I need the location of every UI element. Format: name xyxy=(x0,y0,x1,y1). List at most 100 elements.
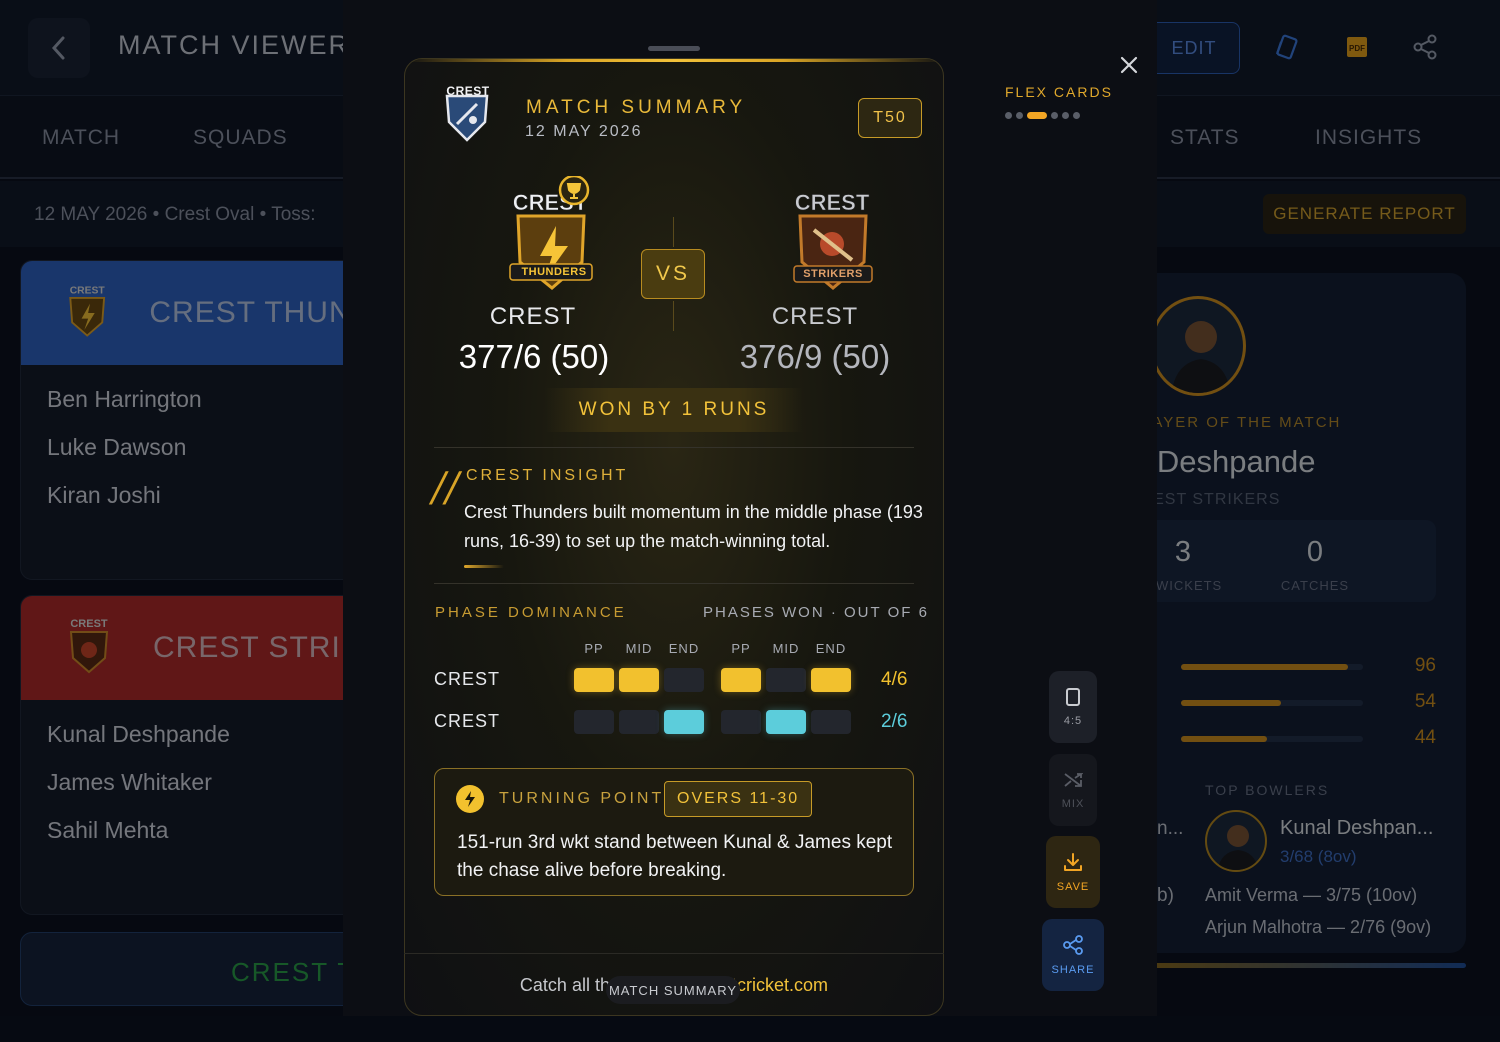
lightning-icon xyxy=(456,785,484,813)
stat-label: WICKETS xyxy=(1156,578,1223,593)
aspect-ratio-button[interactable]: 4:5 xyxy=(1049,671,1097,743)
phase-cell-won xyxy=(766,710,806,734)
share-icon[interactable] xyxy=(1408,30,1442,64)
card-pager[interactable] xyxy=(1005,112,1080,119)
pager-dot[interactable] xyxy=(1051,112,1058,119)
bowler-line: Amit Verma — 3/75 (10ov) xyxy=(1205,885,1418,905)
edit-button[interactable]: EDIT xyxy=(1148,22,1240,74)
phase-header: END xyxy=(815,641,847,656)
phase-cell-won xyxy=(619,668,659,692)
brand-text: CREST xyxy=(446,84,490,98)
phase-cell-lost xyxy=(619,710,659,734)
stat-bar-fill xyxy=(1181,736,1267,742)
pager-dot-active[interactable] xyxy=(1027,112,1047,119)
phase-row-label: CREST xyxy=(434,669,501,689)
svg-text:CREST: CREST xyxy=(795,190,870,215)
potm-team: CREST STRIKERS xyxy=(1150,491,1281,508)
avatar xyxy=(1150,296,1246,396)
vs-badge: VS xyxy=(641,249,705,299)
team2-score: 376/9 (50) xyxy=(739,338,891,375)
ratio-label: 4:5 xyxy=(1063,715,1083,727)
stat-bar-value: 54 xyxy=(1414,691,1436,712)
svg-text:CREST: CREST xyxy=(70,285,106,296)
badge-name: STRIKERS xyxy=(803,268,863,280)
divider xyxy=(434,447,914,448)
phase-cell-lost xyxy=(766,668,806,692)
pager-dot[interactable] xyxy=(1062,112,1069,119)
card-name-pill: MATCH SUMMARY xyxy=(606,976,740,1004)
phase-header: END xyxy=(668,641,700,656)
stat-bar-track xyxy=(1181,700,1363,706)
share-button[interactable]: SHARE xyxy=(1042,919,1104,991)
phase-header: MID xyxy=(625,641,653,656)
bowler-fragment: b) xyxy=(1157,885,1174,906)
back-button[interactable] xyxy=(28,18,90,78)
phase-header: PP xyxy=(731,641,751,656)
app-title: MATCH VIEWER xyxy=(118,30,350,60)
stat-bar-track xyxy=(1181,664,1363,670)
strikers-logo-icon: CREST xyxy=(69,618,109,674)
top-bowler-figures: 3/68 (8ov) xyxy=(1280,847,1357,866)
close-icon[interactable] xyxy=(1116,52,1142,78)
phase-cell-won xyxy=(811,668,851,692)
save-label: SAVE xyxy=(1056,881,1090,893)
phase-result: 4/6 xyxy=(881,669,908,690)
phase-cell-lost xyxy=(721,710,761,734)
stat-bar-fill xyxy=(1181,664,1349,670)
tab-squads[interactable]: SQUADS xyxy=(193,126,288,150)
pager-dot[interactable] xyxy=(1005,112,1012,119)
mix-label: MIX xyxy=(1061,798,1085,810)
generate-report-button[interactable]: GENERATE REPORT xyxy=(1263,194,1466,234)
pdf-icon[interactable]: PDF xyxy=(1340,30,1374,64)
stat-bar-value: 96 xyxy=(1414,655,1436,676)
pager-dot[interactable] xyxy=(1073,112,1080,119)
pager-dot[interactable] xyxy=(1016,112,1023,119)
tab-match[interactable]: MATCH xyxy=(42,126,120,150)
stat-value: 0 xyxy=(1306,536,1324,568)
save-button[interactable]: SAVE xyxy=(1046,836,1100,908)
bowler-fragment: n... xyxy=(1157,818,1184,839)
shuffle-icon xyxy=(1064,773,1083,787)
strikers-badge-icon: CREST xyxy=(793,190,873,290)
share-icon xyxy=(1063,935,1083,955)
thunders-logo-icon: CREST xyxy=(69,285,106,337)
vs-line-bottom xyxy=(673,301,674,331)
potm-label: PLAYER OF THE MATCH xyxy=(1150,414,1342,431)
portrait-icon xyxy=(1066,688,1080,706)
overs-chip: OVERS 11-30 xyxy=(664,781,813,817)
download-icon xyxy=(1064,853,1082,871)
phase-cell-won xyxy=(664,710,704,734)
format-badge: T50 xyxy=(858,98,922,138)
svg-text:CREST: CREST xyxy=(70,618,108,630)
turning-point-text: 151-run 3rd wkt stand between Kunal & Ja… xyxy=(457,832,893,881)
stat-bar-value: 44 xyxy=(1414,727,1436,748)
divider xyxy=(434,583,914,584)
drag-handle[interactable] xyxy=(648,46,700,51)
badge-name: THUNDERS xyxy=(521,266,587,278)
mix-button[interactable]: MIX xyxy=(1049,754,1097,826)
top-bowler-name: Kunal Deshpan... xyxy=(1280,817,1434,839)
quote-icon: // xyxy=(432,465,459,511)
tab-stats[interactable]: STATS xyxy=(1170,126,1240,150)
match-info: 12 MAY 2026 • Crest Oval • Toss: xyxy=(34,204,316,225)
top-bowlers-label: TOP BOWLERS xyxy=(1205,782,1330,798)
phase-cell-won xyxy=(721,668,761,692)
phase-row-label: CREST xyxy=(434,711,501,731)
stat-bar-fill xyxy=(1181,700,1282,706)
insight-title: CREST INSIGHT xyxy=(466,467,629,484)
bowler-line: Arjun Malhotra — 2/76 (9ov) xyxy=(1205,917,1432,937)
card-date: 12 MAY 2026 xyxy=(525,123,643,140)
thunders-badge-icon: CREST xyxy=(509,176,593,290)
card-title: MATCH SUMMARY xyxy=(526,97,747,118)
phase-cell-won xyxy=(574,668,614,692)
phase-cell-lost xyxy=(664,668,704,692)
footer-divider xyxy=(404,953,944,954)
tab-insights[interactable]: INSIGHTS xyxy=(1315,126,1422,150)
result-banner: WON BY 1 RUNS xyxy=(545,388,803,432)
phase-title: PHASE DOMINANCE xyxy=(435,604,627,621)
stat-bar-track xyxy=(1181,736,1363,742)
turning-point-title: TURNING POINT xyxy=(499,790,665,807)
phase-cell-lost xyxy=(574,710,614,734)
cards-icon[interactable] xyxy=(1270,30,1304,64)
bowler-avatar xyxy=(1205,810,1267,872)
